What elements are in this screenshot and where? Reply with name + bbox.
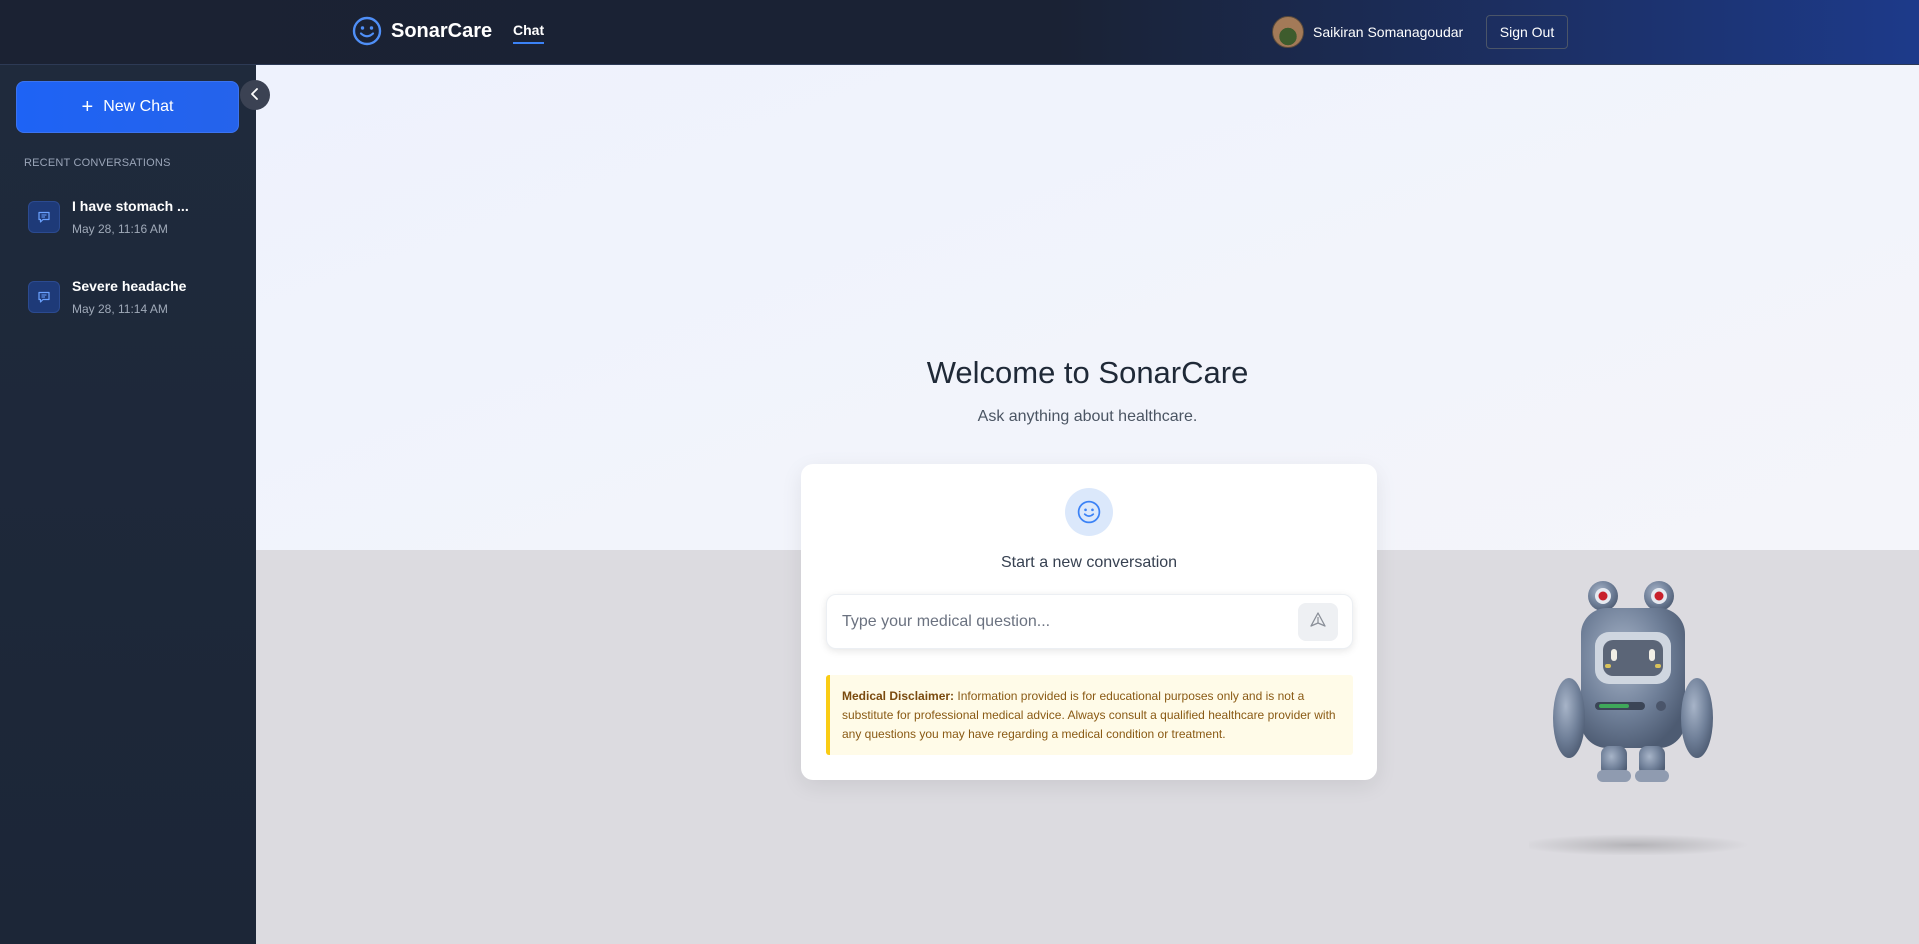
new-chat-button[interactable]: + New Chat [16,81,239,133]
send-icon [1309,611,1327,634]
brand-logo[interactable]: SonarCare [352,16,492,46]
conversation-title: I have stomach ... [72,198,189,214]
smiley-icon [1065,488,1113,536]
medical-disclaimer: Medical Disclaimer: Information provided… [826,675,1353,755]
conversation-item[interactable]: I have stomach ... May 28, 11:16 AM [16,185,240,249]
send-button[interactable] [1298,603,1338,641]
card-title: Start a new conversation [1000,554,1178,571]
new-chat-label: New Chat [103,98,174,115]
user-profile[interactable]: Saikiran Somanagoudar [1272,16,1463,48]
chat-input-container [826,594,1353,649]
top-navbar: SonarCare Chat Saikiran Somanagoudar Sig… [0,0,1919,65]
conversation-item[interactable]: Severe headache May 28, 11:14 AM [16,265,240,329]
conversation-title: Severe headache [72,278,187,294]
robot-illustration [1519,570,1759,856]
main-content: Welcome to SonarCare Ask anything about … [256,65,1919,944]
conversation-date: May 28, 11:14 AM [72,302,168,316]
recent-conversations-heading: RECENT CONVERSATIONS [24,157,171,169]
collapse-sidebar-button[interactable] [240,80,270,110]
smiley-icon [352,16,382,46]
chevron-left-icon [250,87,260,103]
chat-bubble-icon [28,281,60,313]
avatar [1272,16,1304,48]
brand-name: SonarCare [391,19,493,42]
chat-bubble-icon [28,201,60,233]
plus-icon: + [81,96,94,118]
tab-chat[interactable]: Chat [513,22,545,44]
sign-out-button[interactable]: Sign Out [1486,15,1568,49]
chat-input[interactable] [842,607,1282,637]
disclaimer-label: Medical Disclaimer: [842,689,955,703]
user-name: Saikiran Somanagoudar [1313,24,1464,40]
welcome-title: Welcome to SonarCare [926,355,1249,390]
welcome-subtitle: Ask anything about healthcare. [977,408,1198,425]
conversation-date: May 28, 11:16 AM [72,222,168,236]
new-conversation-card: Start a new conversation Medical Disclai… [801,464,1377,780]
sidebar: + New Chat RECENT CONVERSATIONS I have s… [0,65,270,944]
